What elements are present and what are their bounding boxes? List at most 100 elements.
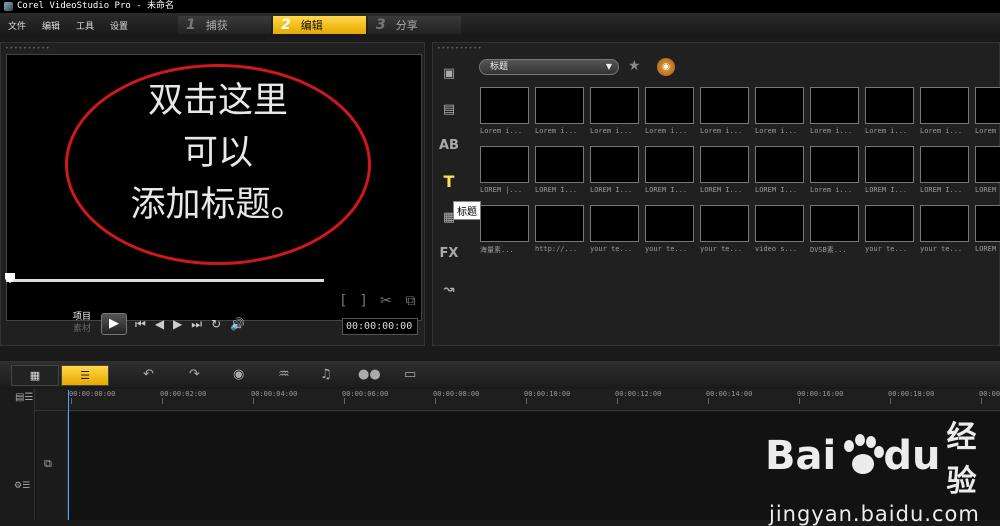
title-thumbnail[interactable] [975, 205, 1000, 242]
step-edit[interactable]: 2 编辑 [273, 16, 366, 34]
video-track-icon[interactable]: ⧉ [44, 457, 52, 471]
mark-out-icon[interactable]: ] [360, 293, 365, 309]
panel-grip[interactable]: •••••••••• [5, 45, 50, 52]
title-thumbnail[interactable] [590, 205, 639, 242]
scrub-bar[interactable] [6, 279, 324, 282]
title-thumbnail[interactable] [645, 87, 694, 124]
track-manager-icon[interactable]: ●● [358, 367, 381, 382]
title-thumbnail[interactable] [700, 146, 749, 183]
prev-frame-icon[interactable]: ◀ [155, 317, 164, 332]
thumbnail-label: LOREM I... [865, 186, 908, 194]
title-thumbnail[interactable] [865, 146, 914, 183]
thumbnail-label: LOREM [975, 186, 997, 194]
menu-file[interactable]: 文件 [0, 19, 34, 32]
title-thumbnail[interactable] [700, 87, 749, 124]
audio-mixer-icon[interactable]: ♒ [278, 367, 290, 382]
track-list-icon[interactable]: ▤☰ [15, 392, 33, 403]
title-thumbnail[interactable] [920, 146, 969, 183]
scissors-icon[interactable]: ✂ [380, 293, 392, 309]
subtitle-icon[interactable]: ▭ [404, 367, 416, 382]
ruler-tick [708, 398, 709, 404]
play-button[interactable]: ▶ [101, 313, 127, 335]
step-share[interactable]: 3 分享 [368, 16, 461, 34]
title-thumbnail[interactable] [590, 146, 639, 183]
volume-icon[interactable]: 🔊 [230, 317, 245, 332]
title-thumbnail[interactable] [920, 205, 969, 242]
media-icon[interactable]: ▣ [433, 55, 465, 91]
mode-project[interactable]: 项目 [73, 311, 91, 323]
title-thumbnail[interactable] [535, 205, 584, 242]
timeline-ruler[interactable]: 00:00:00:00 00:00:02:00 00:00:04:00 00:00:0… [35, 389, 1000, 411]
ruler-tick [890, 398, 891, 404]
ruler-tick-label: 00:00:04:00 [251, 390, 298, 398]
chevron-down-icon: ▼ [605, 62, 612, 71]
paw-icon [840, 434, 885, 478]
enlarge-icon[interactable]: ⧉ [406, 293, 416, 309]
path-icon[interactable]: ↝ [433, 271, 465, 307]
thumbnail-label: Lorem i... [645, 127, 688, 135]
watermark: Bai du 经验 jingyan.baidu.com [765, 412, 1000, 526]
playhead[interactable] [68, 390, 69, 520]
title-thumbnail[interactable] [480, 205, 529, 242]
thumbnail-label: your te... [700, 245, 743, 253]
category-dropdown[interactable]: 标题 ▼ [479, 59, 619, 75]
panel-grip[interactable]: •••••••••• [437, 45, 482, 52]
mode-clip[interactable]: 素材 [73, 323, 91, 335]
title-thumbnail[interactable] [755, 87, 804, 124]
title-icon[interactable]: T [433, 163, 465, 199]
title-thumbnail[interactable] [535, 87, 584, 124]
auto-music-icon[interactable]: ♫ [320, 367, 332, 382]
go-end-icon[interactable]: ⏭ [191, 317, 202, 332]
track-toggle-icon[interactable]: ⚙☰ [14, 481, 30, 491]
title-bar: Corel VideoStudio Pro - 未命名 [0, 0, 1000, 13]
title-thumbnail[interactable] [755, 146, 804, 183]
mark-in-icon[interactable]: [ [341, 293, 346, 309]
add-favorite-icon[interactable]: ★ [628, 58, 641, 74]
menu-edit[interactable]: 编辑 [34, 19, 68, 32]
ruler-tick-label: 00:00:08:00 [433, 390, 480, 398]
ruler-tick [71, 398, 72, 404]
title-thumbnail[interactable] [975, 146, 1000, 183]
filter-icon[interactable]: FX [433, 235, 465, 271]
title-thumbnail[interactable] [480, 146, 529, 183]
redo-icon[interactable]: ↷ [189, 367, 200, 382]
title-thumbnail[interactable] [975, 87, 1000, 124]
title-thumbnail[interactable] [920, 87, 969, 124]
transition-icon[interactable]: AB [433, 127, 465, 163]
instant-project-icon[interactable]: ▤ [433, 91, 465, 127]
film-reel-icon[interactable]: ◉ [657, 58, 675, 76]
menu-tools[interactable]: 工具 [68, 19, 102, 32]
thumbnail-label: http://... [535, 245, 578, 253]
undo-icon[interactable]: ↶ [143, 367, 154, 382]
title-thumbnail[interactable] [865, 87, 914, 124]
next-frame-icon[interactable]: ▶ [173, 317, 182, 332]
menu-settings[interactable]: 设置 [102, 19, 136, 32]
thumbnail-label: LOREM I... [700, 186, 743, 194]
title-thumbnail[interactable] [645, 146, 694, 183]
logo-cn: 经验 [946, 420, 977, 499]
title-thumbnail[interactable] [645, 205, 694, 242]
logo-brand: Bai [765, 433, 837, 479]
timecode-display[interactable]: 00:00:00:00 [342, 318, 418, 335]
title-thumbnail[interactable] [755, 205, 804, 242]
ruler-tick-label: 00:00:10:00 [524, 390, 571, 398]
title-thumbnail[interactable] [810, 87, 859, 124]
title-thumbnail[interactable] [535, 146, 584, 183]
play-mode[interactable]: 项目 素材 [73, 311, 91, 335]
title-thumbnail[interactable] [810, 205, 859, 242]
ruler-tick-label: 00:00:00:00 [69, 390, 116, 398]
go-start-icon[interactable]: ⏮ [135, 317, 146, 332]
repeat-icon[interactable]: ↻ [211, 317, 221, 332]
storyboard-view-button[interactable]: ▦ [11, 365, 59, 386]
workflow-steps: 1 捕获 2 编辑 3 分享 [178, 16, 461, 34]
ruler-tick-label: 00:00:14:00 [706, 390, 753, 398]
record-icon[interactable]: ◉ [233, 367, 244, 382]
title-thumbnail[interactable] [590, 87, 639, 124]
title-thumbnail[interactable] [865, 205, 914, 242]
title-thumbnail[interactable] [700, 205, 749, 242]
step-capture[interactable]: 1 捕获 [178, 16, 271, 34]
timeline-view-button[interactable]: ☰ [61, 365, 109, 386]
ruler-tick [253, 398, 254, 404]
title-thumbnail[interactable] [810, 146, 859, 183]
title-thumbnail[interactable] [480, 87, 529, 124]
